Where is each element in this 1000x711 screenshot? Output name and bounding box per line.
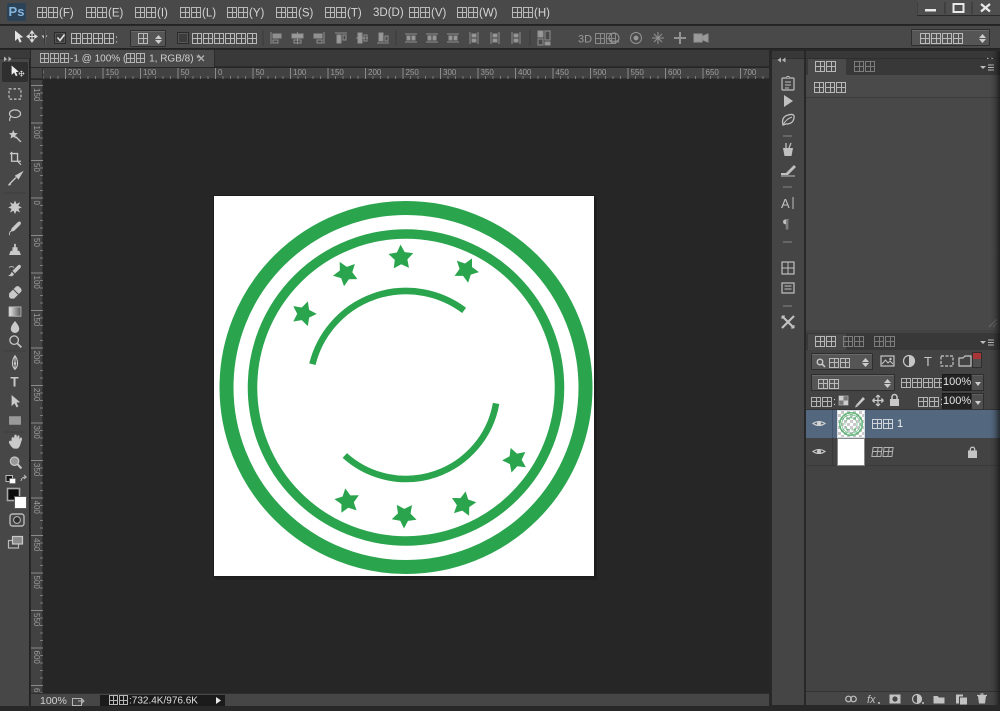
svg-text:100: 100 xyxy=(293,68,307,77)
svg-text:0: 0 xyxy=(218,68,223,77)
svg-text:50: 50 xyxy=(256,68,265,77)
svg-text:150: 150 xyxy=(331,68,345,77)
svg-text:50: 50 xyxy=(181,68,190,77)
svg-text:T: T xyxy=(924,354,932,369)
svg-text:T: T xyxy=(10,375,19,390)
svg-text:fx: fx xyxy=(867,694,876,705)
svg-text:500: 500 xyxy=(593,68,607,77)
svg-text:100: 100 xyxy=(143,68,157,77)
svg-text:500: 500 xyxy=(32,576,41,590)
svg-text:¶: ¶ xyxy=(783,216,789,231)
svg-text:350: 350 xyxy=(32,463,41,477)
svg-text:50: 50 xyxy=(32,163,41,172)
svg-text:350: 350 xyxy=(481,68,495,77)
svg-text:250: 250 xyxy=(406,68,420,77)
svg-text:100: 100 xyxy=(32,126,41,140)
svg-text:200: 200 xyxy=(32,351,41,365)
svg-text:550: 550 xyxy=(32,613,41,627)
svg-text:400: 400 xyxy=(32,501,41,515)
svg-text:250: 250 xyxy=(32,388,41,402)
svg-text:300: 300 xyxy=(443,68,457,77)
svg-text:550: 550 xyxy=(631,68,645,77)
svg-text:200: 200 xyxy=(68,68,82,77)
svg-text:0: 0 xyxy=(32,201,41,206)
svg-text:150: 150 xyxy=(32,88,41,102)
svg-text:400: 400 xyxy=(518,68,532,77)
svg-text:150: 150 xyxy=(32,313,41,327)
svg-text:150: 150 xyxy=(106,68,120,77)
svg-text:A: A xyxy=(781,196,790,211)
svg-text:450: 450 xyxy=(556,68,570,77)
svg-text:650: 650 xyxy=(706,68,720,77)
svg-text:200: 200 xyxy=(368,68,382,77)
svg-text:100: 100 xyxy=(32,276,41,290)
svg-text:600: 600 xyxy=(32,651,41,665)
svg-text:700: 700 xyxy=(743,68,757,77)
svg-text:250: 250 xyxy=(43,68,44,77)
svg-text:450: 450 xyxy=(32,538,41,552)
svg-text:300: 300 xyxy=(32,426,41,440)
svg-text:50: 50 xyxy=(32,238,41,247)
svg-text:600: 600 xyxy=(668,68,682,77)
